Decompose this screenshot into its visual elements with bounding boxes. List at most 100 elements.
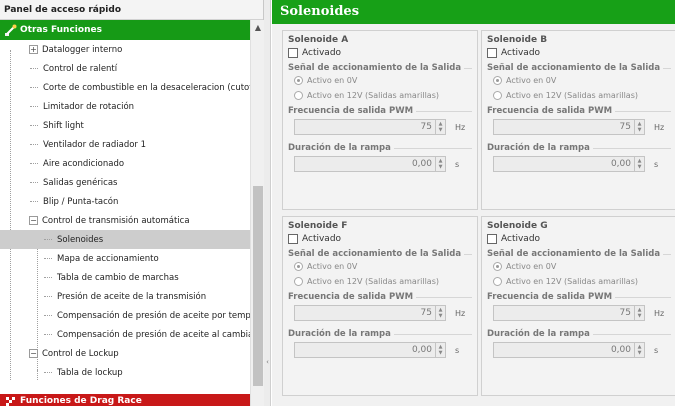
tree-item-comp-marcha[interactable]: Compensación de presión de aceite al cam… [0,325,250,344]
spinner-icon[interactable]: ▲ ▼ [435,157,445,171]
radio-12v[interactable]: Activo en 12V (Salidas amarillas) [493,91,671,100]
freq-input[interactable]: 75 ▲ ▼ [493,119,645,135]
tree-item-tabla-cambio[interactable]: Tabla de cambio de marchas [0,268,250,287]
tree-item-presion[interactable]: Presión de aceite de la transmisión [0,287,250,306]
radio-button[interactable] [294,91,303,100]
tree-item-label: Ventilador de radiador 1 [43,139,147,150]
ramp-unit: s [654,159,659,169]
signal-group-label: Señal de accionamiento de la Salida [288,249,473,259]
activated-checkbox-row[interactable]: Activado [288,48,472,58]
tree-item-label: Blip / Punta-tacón [43,196,119,207]
tree-item-label: Mapa de accionamiento [57,253,159,264]
radio-button[interactable] [294,262,303,271]
collapse-minus-icon[interactable]: − [29,216,38,225]
tree-item-label: Control de ralentí [43,63,118,74]
freq-unit: Hz [455,308,466,318]
quick-access-panel: Panel de acceso rápido Otras Funciones +… [0,0,264,406]
collapse-minus-icon[interactable]: − [29,349,38,358]
tree-item-solenoides[interactable]: Solenoides [0,230,250,249]
radio-0v[interactable]: Activo en 0V [493,262,671,271]
card-title: Solenoide F [288,221,348,231]
freq-group-label: Frecuencia de salida PWM [487,106,671,116]
ramp-input[interactable]: 0,00 ▲ ▼ [294,156,446,172]
group-drag-race-label: Funciones de Drag Race [20,396,142,406]
ramp-group-label: Duración de la rampa [288,329,472,339]
spinner-icon[interactable]: ▲ ▼ [435,306,445,320]
chevron-left-icon[interactable]: ‹ [264,350,271,374]
tree-item-label: Limitador de rotación [43,101,135,112]
tree-item-ralenti[interactable]: Control de ralentí [0,59,250,78]
tree-item-ventilador[interactable]: Ventilador de radiador 1 [0,135,250,154]
radio-button[interactable] [493,76,502,85]
radio-12v[interactable]: Activo en 12V (Salidas amarillas) [493,277,671,286]
activated-checkbox[interactable] [288,48,298,58]
ramp-input[interactable]: 0,00 ▲ ▼ [294,342,446,358]
chevron-up-icon[interactable]: ▲ [251,20,265,34]
tree-item-tabla-lockup[interactable]: Tabla de lockup [0,363,250,382]
ramp-input[interactable]: 0,00 ▲ ▼ [493,342,645,358]
radio-0v[interactable]: Activo en 0V [294,76,472,85]
ramp-unit: s [455,159,460,169]
activated-label: Activado [302,48,342,58]
solenoid-card-a: Solenoide A Activado Señal de accionamie… [282,30,478,210]
activated-checkbox-row[interactable]: Activado [487,48,671,58]
tree-item-salidas[interactable]: Salidas genéricas [0,173,250,192]
ramp-unit: s [455,345,460,355]
tree-item-cutoff[interactable]: Corte de combustible en la desaceleracio… [0,78,250,97]
radio-0v[interactable]: Activo en 0V [493,76,671,85]
tree-item-blip[interactable]: Blip / Punta-tacón [0,192,250,211]
freq-input[interactable]: 75 ▲ ▼ [294,119,446,135]
group-otras-funciones[interactable]: Otras Funciones [0,20,263,40]
tree-item-label: Control de transmisión automática [42,215,190,226]
freq-input[interactable]: 75 ▲ ▼ [294,305,446,321]
activated-checkbox-row[interactable]: Activado [487,234,671,244]
tree-scrollbar[interactable]: ▲ [250,20,264,406]
tree-item-aire[interactable]: Aire acondicionado [0,154,250,173]
radio-button[interactable] [493,91,502,100]
radio-0v[interactable]: Activo en 0V [294,262,472,271]
radio-button[interactable] [493,262,502,271]
tree-item-transmision[interactable]: − Control de transmisión automática [0,211,250,230]
solenoid-card-f: Solenoide F Activado Señal de accionamie… [282,216,478,396]
tree-item-limitador[interactable]: Limitador de rotación [0,97,250,116]
tree-item-lockup[interactable]: − Control de Lockup [0,344,250,363]
radio-button[interactable] [294,76,303,85]
flag-icon [3,394,17,406]
spinner-icon[interactable]: ▲ ▼ [435,120,445,134]
expand-plus-icon[interactable]: + [29,45,38,54]
page-title: Solenoides [272,0,675,24]
ramp-unit: s [654,345,659,355]
radio-button[interactable] [493,277,502,286]
activated-checkbox[interactable] [487,48,497,58]
spinner-icon[interactable]: ▲ ▼ [435,343,445,357]
freq-group-label: Frecuencia de salida PWM [487,292,671,302]
tree-item-label: Solenoides [57,234,104,245]
activated-checkbox-row[interactable]: Activado [288,234,472,244]
spinner-icon[interactable]: ▲ ▼ [634,157,644,171]
ramp-input[interactable]: 0,00 ▲ ▼ [493,156,645,172]
group-drag-race[interactable]: Funciones de Drag Race [0,394,250,406]
spinner-icon[interactable]: ▲ ▼ [634,306,644,320]
tree-item-mapa[interactable]: Mapa de accionamiento [0,249,250,268]
spinner-icon[interactable]: ▲ ▼ [634,120,644,134]
activated-checkbox[interactable] [288,234,298,244]
scroll-thumb[interactable] [253,186,263,386]
freq-group-label: Frecuencia de salida PWM [288,292,472,302]
quick-access-title: Panel de acceso rápido [0,0,263,20]
activated-checkbox[interactable] [487,234,497,244]
signal-group-label: Señal de accionamiento de la Salida [487,63,672,73]
radio-12v[interactable]: Activo en 12V (Salidas amarillas) [294,277,472,286]
panel-splitter[interactable]: ‹ [264,0,271,406]
radio-12v[interactable]: Activo en 12V (Salidas amarillas) [294,91,472,100]
tree-item-label: Salidas genéricas [43,177,118,188]
freq-input[interactable]: 75 ▲ ▼ [493,305,645,321]
tree-item-datalogger[interactable]: + Datalogger interno [0,40,250,59]
radio-button[interactable] [294,277,303,286]
tree-item-comp-temp[interactable]: Compensación de presión de aceite por te… [0,306,250,325]
tree-item-label: Shift light [43,120,84,131]
spinner-icon[interactable]: ▲ ▼ [634,343,644,357]
tree-item-label: Control de Lockup [42,348,119,359]
card-title: Solenoide G [487,221,548,231]
solenoid-card-g: Solenoide G Activado Señal de accionamie… [481,216,675,396]
tree-item-shift-light[interactable]: Shift light [0,116,250,135]
